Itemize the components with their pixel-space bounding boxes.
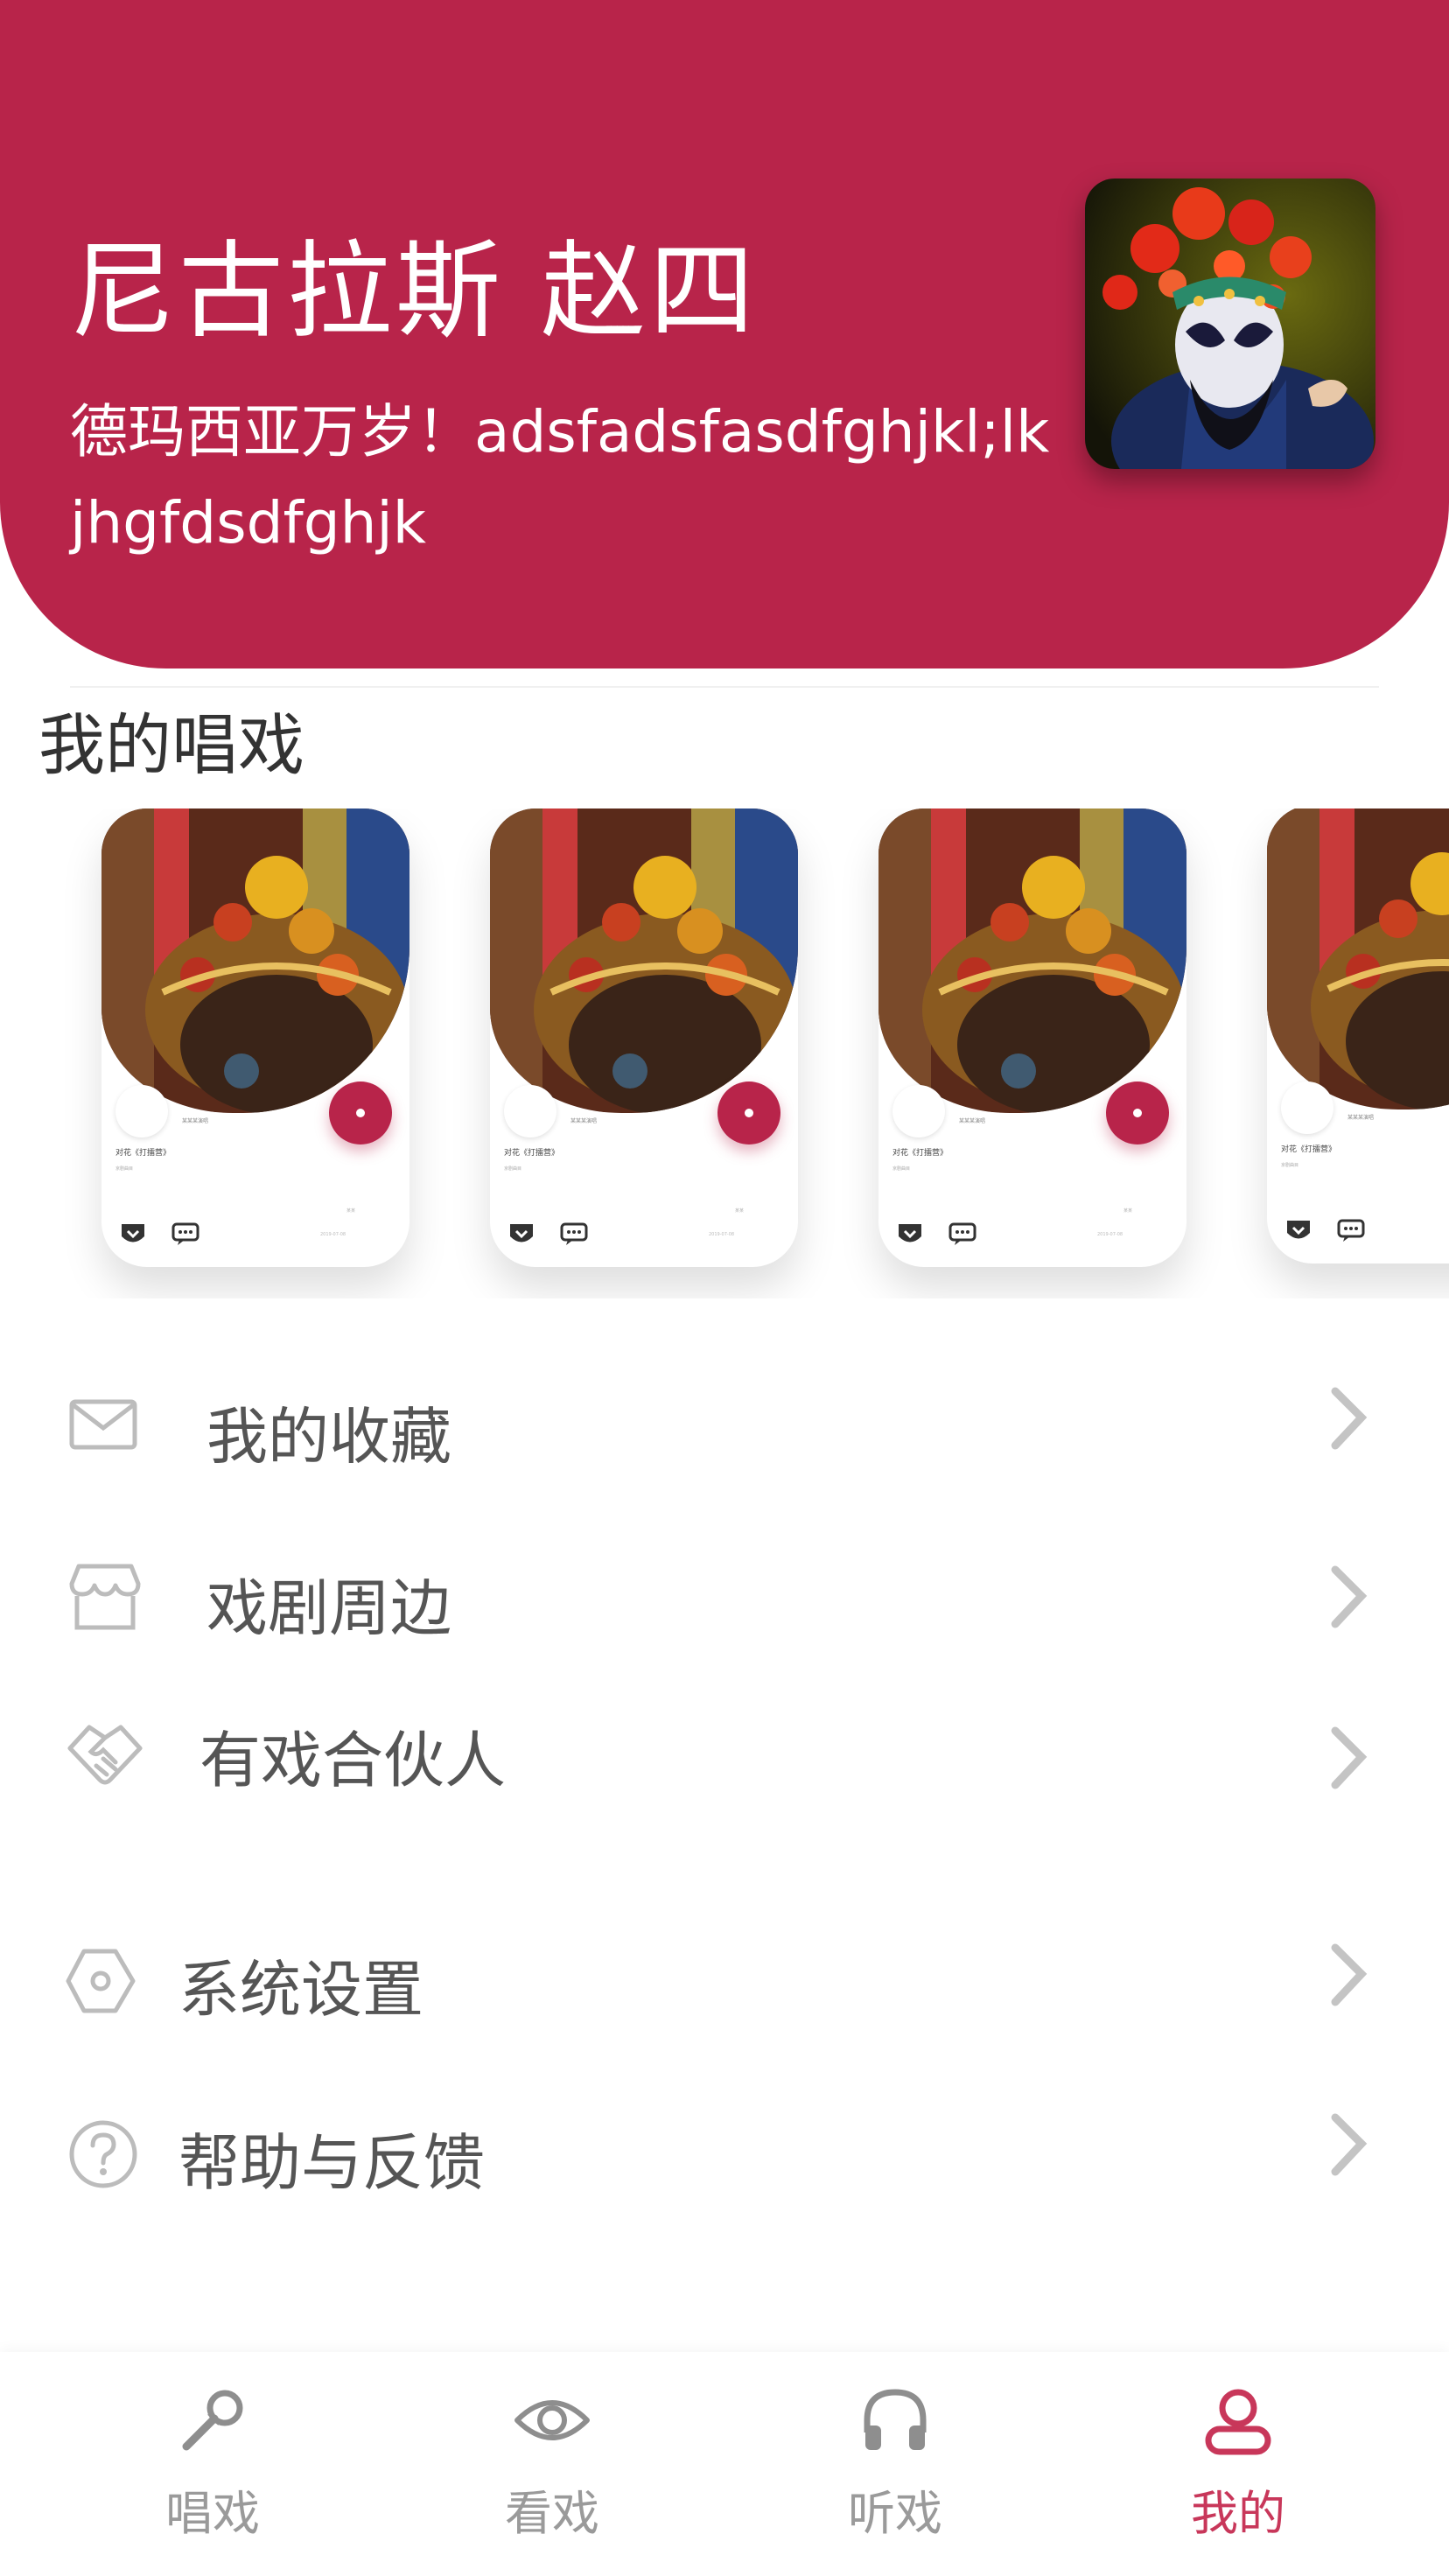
card-subtitle: 京剧曲目 [1281, 1163, 1299, 1168]
chevron-right-icon [1331, 1726, 1368, 1789]
card-date: 2019-07-08 [320, 1232, 346, 1237]
handshake-icon [67, 1725, 143, 1785]
menu-label-favorites: 我的收藏 [206, 1401, 452, 1473]
card-subtitle: 京剧曲目 [504, 1166, 522, 1172]
bookmark-icon[interactable] [119, 1222, 147, 1246]
card-meta: 某某 [735, 1208, 745, 1214]
nav-item-mine[interactable]: 我的 [1057, 2352, 1419, 2576]
card-author-avatar [116, 1085, 168, 1138]
eye-icon [514, 2400, 590, 2440]
card-cover-image[interactable] [878, 808, 1186, 1113]
menu-label-help: 帮助与反馈 [178, 2127, 485, 2199]
singing-card[interactable]: 某某某演唱 对花《打擂营》 京剧曲目 [1267, 808, 1449, 1264]
menu-label-partner: 有戏合伙人 [200, 1725, 506, 1796]
card-author: 某某某演唱 [1348, 1115, 1375, 1121]
settings-icon [66, 1949, 136, 2013]
card-title: 对花《打擂营》 [116, 1149, 172, 1158]
card-date: 2019-07-08 [1097, 1232, 1124, 1237]
menu-item-favorites[interactable]: 我的收藏 [0, 1362, 1449, 1484]
comment-icon[interactable] [560, 1222, 588, 1246]
card-subtitle: 京剧曲目 [892, 1166, 911, 1172]
chevron-right-icon [1331, 2113, 1368, 2176]
card-title: 对花《打擂营》 [892, 1149, 948, 1158]
bookmark-icon[interactable] [896, 1222, 924, 1246]
menu-item-help[interactable]: 帮助与反馈 [0, 2093, 1449, 2216]
card-title: 对花《打擂营》 [504, 1149, 560, 1158]
menu-item-partner[interactable]: 有戏合伙人 [0, 1694, 1449, 1816]
singing-card[interactable]: 某某某演唱 对花《打擂营》 京剧曲目 某某 2019-07-08 [102, 808, 410, 1267]
play-button[interactable] [718, 1082, 780, 1144]
headphones-icon [864, 2389, 927, 2450]
nav-label-sing: 唱戏 [165, 2486, 260, 2541]
card-cover-image[interactable] [490, 808, 798, 1113]
nav-item-sing[interactable]: 唱戏 [32, 2352, 394, 2576]
my-singing-cards: 某某某演唱 对花《打擂营》 京剧曲目 某某 2019-07-08 某某某演唱 对… [0, 808, 1449, 1298]
card-cover-image[interactable] [102, 808, 410, 1113]
card-author: 某某某演唱 [182, 1118, 209, 1124]
chevron-right-icon [1331, 1387, 1368, 1450]
menu-label-merchandise: 戏剧周边 [206, 1572, 452, 1644]
card-meta: 某某 [1124, 1208, 1133, 1214]
nav-item-watch[interactable]: 看戏 [371, 2352, 733, 2576]
menu-label-settings: 系统设置 [178, 1954, 424, 2026]
chevron-right-icon [1331, 1943, 1368, 2006]
card-cover-image[interactable] [1267, 808, 1449, 1110]
section-divider [70, 686, 1379, 688]
nav-label-listen: 听戏 [848, 2486, 942, 2541]
nav-label-mine: 我的 [1191, 2486, 1285, 2541]
card-author: 某某某演唱 [570, 1118, 598, 1124]
singing-card[interactable]: 某某某演唱 对花《打擂营》 京剧曲目 某某 2019-07-08 [490, 808, 798, 1267]
user-icon [1205, 2389, 1271, 2455]
comment-icon[interactable] [948, 1222, 976, 1246]
card-meta: 某某 [346, 1208, 356, 1214]
profile-header: 尼古拉斯 赵四 德玛西亚万岁！adsfadsfasdfghjkl;lkjhgfd… [0, 0, 1449, 668]
card-title: 对花《打擂营》 [1281, 1145, 1337, 1154]
comment-icon[interactable] [172, 1222, 200, 1246]
card-subtitle: 京剧曲目 [116, 1166, 134, 1172]
comment-icon[interactable] [1337, 1218, 1365, 1242]
my-singing-title: 我的唱戏 [38, 706, 304, 784]
nav-item-listen[interactable]: 听戏 [714, 2352, 1076, 2576]
bottom-nav: 唱戏 看戏 听戏 我的 [0, 2352, 1449, 2576]
chevron-right-icon [1331, 1565, 1368, 1628]
avatar[interactable] [1085, 178, 1376, 469]
menu-item-merchandise[interactable]: 戏剧周边 [0, 1533, 1449, 1656]
menu-item-settings[interactable]: 系统设置 [0, 1922, 1449, 2044]
play-button[interactable] [1106, 1082, 1169, 1144]
user-name: 尼古拉斯 赵四 [70, 231, 759, 353]
card-author: 某某某演唱 [959, 1118, 986, 1124]
shop-icon [69, 1564, 141, 1630]
play-button[interactable] [329, 1082, 392, 1144]
mail-icon [69, 1399, 137, 1450]
help-icon [69, 2120, 137, 2188]
bookmark-icon[interactable] [508, 1222, 536, 1246]
card-author-avatar [1281, 1082, 1334, 1134]
card-date: 2019-07-08 [709, 1232, 735, 1237]
user-bio: 德玛西亚万岁！adsfadsfasdfghjkl;lkjhgfdsdfghjk [70, 398, 1050, 556]
microphone-icon [182, 2390, 243, 2451]
nav-label-watch: 看戏 [505, 2486, 599, 2541]
singing-card[interactable]: 某某某演唱 对花《打擂营》 京剧曲目 某某 2019-07-08 [878, 808, 1186, 1267]
card-author-avatar [504, 1085, 556, 1138]
bookmark-icon[interactable] [1284, 1218, 1312, 1242]
card-author-avatar [892, 1085, 945, 1138]
